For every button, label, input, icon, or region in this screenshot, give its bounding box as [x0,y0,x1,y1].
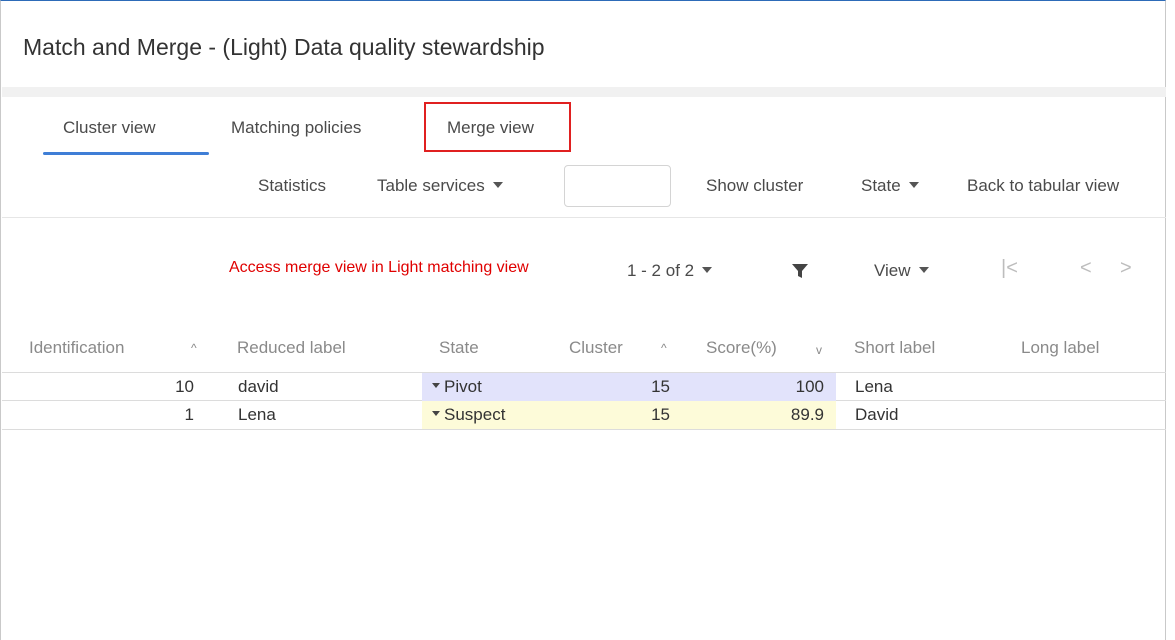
prev-page-icon[interactable]: < [1080,257,1092,280]
next-page-icon[interactable]: > [1120,257,1132,280]
cell-cluster: 15 [651,405,670,424]
cell-identification: 10 [175,377,194,396]
statistics-button[interactable]: Statistics [258,176,326,196]
chevron-down-icon [908,181,919,188]
table-row[interactable]: 10 david Pivot 15 100 Lena [2,372,1166,401]
show-cluster-button[interactable]: Show cluster [706,176,803,196]
page-range-menu[interactable]: 1 - 2 of 2 [627,261,713,281]
table-row[interactable]: 1 Lena Suspect 15 89.9 David [2,401,1166,430]
annotation-text: Access merge view in Light matching view [229,259,529,276]
cell-cluster: 15 [651,377,670,396]
dropdown-arrow-icon [432,411,440,417]
cell-identification: 1 [184,405,194,424]
tab-cluster-view[interactable]: Cluster view [63,118,156,138]
back-to-tabular-view-button[interactable]: Back to tabular view [967,176,1119,196]
sort-ascending-icon[interactable]: ^ [661,341,667,355]
cell-short-label: David [855,405,899,424]
filter-icon[interactable] [791,263,809,279]
search-input[interactable] [564,165,671,207]
title-separator [2,87,1166,97]
tab-matching-policies[interactable]: Matching policies [231,118,361,138]
cell-state: Pivot [444,377,482,396]
cell-state: Suspect [444,405,506,424]
chevron-down-icon [702,266,713,273]
column-header-score[interactable]: Score(%) [706,338,777,358]
table-services-label: Table services [377,176,485,195]
view-menu[interactable]: View [874,261,929,281]
chevron-down-icon [918,266,929,273]
column-header-reduced-label[interactable]: Reduced label [237,338,346,358]
window-frame: Match and Merge - (Light) Data quality s… [0,0,1166,640]
toolbar-divider [2,217,1166,218]
column-header-long-label[interactable]: Long label [1021,338,1099,358]
page-title: Match and Merge - (Light) Data quality s… [23,34,545,60]
cell-reduced-label: david [238,377,279,396]
page-range-label: 1 - 2 of 2 [627,261,695,280]
dropdown-arrow-icon [432,383,440,389]
sort-descending-icon[interactable]: v [816,343,822,357]
cell-score: 100 [795,377,824,396]
merge-view-highlight-box [424,102,571,152]
cell-reduced-label: Lena [238,405,276,424]
column-header-state[interactable]: State [439,338,479,358]
first-page-icon[interactable]: |< [1001,257,1018,280]
state-menu-label: State [861,176,901,195]
column-header-short-label[interactable]: Short label [854,338,935,358]
view-menu-label: View [874,261,911,280]
cell-short-label: Lena [855,377,893,396]
state-menu[interactable]: State [861,176,919,196]
sort-ascending-icon[interactable]: ^ [191,341,197,355]
chevron-down-icon [492,181,503,188]
table-services-menu[interactable]: Table services [377,176,503,196]
active-tab-indicator [43,152,209,155]
column-header-identification[interactable]: Identification [29,338,124,358]
cell-score: 89.9 [790,405,824,424]
column-header-cluster[interactable]: Cluster [569,338,623,358]
